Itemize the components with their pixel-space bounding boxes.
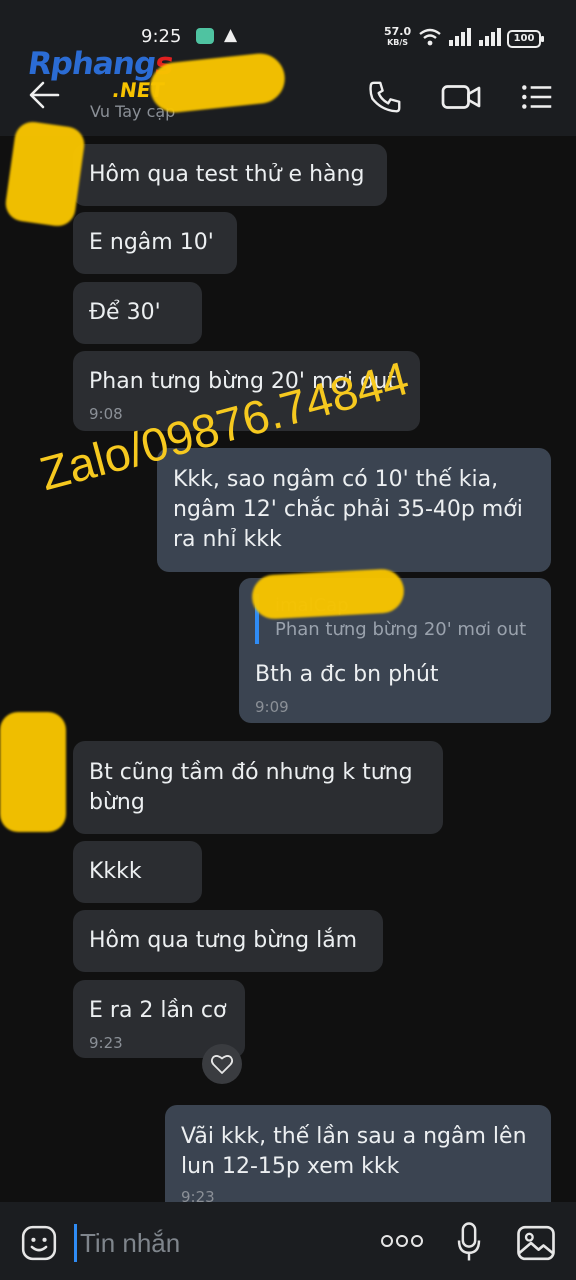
- more-options-icon[interactable]: [380, 1234, 424, 1248]
- message-bubble-incoming[interactable]: Bt cũng tầm đó nhưng k tưng bừng: [73, 741, 443, 834]
- battery-icon: 100: [507, 30, 544, 48]
- message-bubble-outgoing[interactable]: Kkk, sao ngâm có 10' thế kia, ngâm 12' c…: [157, 448, 551, 572]
- message-bubble-incoming[interactable]: Để 30': [73, 282, 202, 344]
- message-composer: [0, 1202, 576, 1280]
- message-text: Hôm qua tưng bừng lắm: [89, 928, 358, 953]
- message-time: 9:09: [255, 698, 289, 716]
- avatar-redaction: [3, 119, 87, 229]
- logo-wordmark-a: Rphang: [25, 46, 158, 82]
- message-input[interactable]: [78, 1222, 352, 1264]
- phone-call-icon[interactable]: [366, 78, 404, 116]
- message-text: Bth a đc bn phút: [255, 662, 439, 687]
- alert-icon: ▲: [224, 25, 238, 45]
- message-list: Hôm qua test thử e hàng E ngâm 10' Để 30…: [0, 136, 576, 1202]
- message-bubble-outgoing[interactable]: Vãi kkk, thế lần sau a ngâm lên lun 12-1…: [165, 1105, 551, 1202]
- message-text: Vãi kkk, thế lần sau a ngâm lên lun 12-1…: [181, 1124, 527, 1179]
- menu-list-icon[interactable]: [518, 78, 556, 116]
- network-speed-unit: KB/S: [387, 38, 409, 47]
- message-text: Kkk, sao ngâm có 10' thế kia, ngâm 12' c…: [173, 467, 523, 552]
- text-caret: [74, 1224, 77, 1262]
- react-heart-button[interactable]: [202, 1044, 242, 1084]
- message-time: 9:23: [89, 1034, 123, 1052]
- status-time: 9:25: [141, 26, 182, 47]
- video-call-icon[interactable]: [440, 78, 482, 116]
- message-text: Để 30': [89, 300, 161, 325]
- message-text: Kkkk: [89, 859, 142, 884]
- avatar-redaction: [0, 712, 66, 832]
- message-text: E ngâm 10': [89, 230, 214, 255]
- image-gallery-icon[interactable]: [516, 1224, 556, 1262]
- app-notification-icon: [196, 28, 214, 44]
- heart-icon: [210, 1055, 234, 1074]
- quote-text: Phan tưng bừng 20' mơi out: [275, 619, 527, 640]
- message-bubble-incoming[interactable]: E ngâm 10': [73, 212, 237, 274]
- message-bubble-incoming[interactable]: Hôm qua tưng bừng lắm: [73, 910, 383, 972]
- message-bubble-incoming[interactable]: Hôm qua test thử e hàng: [73, 144, 387, 206]
- message-text: E ra 2 lần cơ: [89, 998, 227, 1023]
- microphone-icon[interactable]: [456, 1222, 482, 1262]
- back-arrow-icon[interactable]: [28, 80, 62, 110]
- message-bubble-incoming[interactable]: Kkkk: [73, 841, 202, 903]
- message-text: Hôm qua test thử e hàng: [89, 162, 365, 187]
- network-speed: 57.0 KB/S: [384, 26, 411, 48]
- signal-icon: [479, 28, 501, 46]
- quote-name-redaction: [250, 568, 406, 620]
- emoji-icon[interactable]: [20, 1224, 58, 1262]
- signal-icon: [449, 28, 471, 46]
- message-text: Bt cũng tầm đó nhưng k tưng bừng: [89, 760, 413, 815]
- message-time: 9:08: [89, 405, 123, 423]
- message-time: 9:23: [181, 1188, 215, 1202]
- wifi-icon: [419, 28, 441, 46]
